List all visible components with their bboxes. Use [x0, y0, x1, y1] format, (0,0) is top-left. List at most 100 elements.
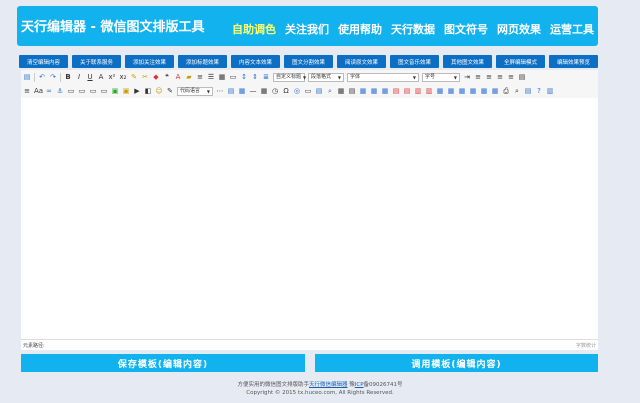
- clear-doc-icon[interactable]: ▭: [229, 73, 237, 81]
- site-logo[interactable]: 天行编辑器 - 微信图文排版工具: [21, 16, 204, 35]
- nav-help[interactable]: 使用帮助: [338, 21, 382, 37]
- source-icon[interactable]: ▤: [23, 73, 31, 81]
- italic-icon[interactable]: I: [75, 73, 83, 81]
- fullscreen-button[interactable]: 全屏编辑模式: [496, 55, 545, 68]
- divider-effect-button[interactable]: 图文分割效果: [284, 55, 333, 68]
- code-language-select[interactable]: 代码语言 ▼: [177, 86, 213, 96]
- search-replace-icon[interactable]: ⌕: [326, 87, 334, 95]
- delete-col-icon[interactable]: ▥: [425, 87, 433, 95]
- image-icon[interactable]: ▣: [111, 87, 119, 95]
- table-icon[interactable]: ▦: [359, 87, 367, 95]
- editor-content-area[interactable]: [21, 98, 598, 339]
- imageleft-icon[interactable]: ▭: [78, 87, 86, 95]
- align-center-icon[interactable]: ≡: [485, 73, 493, 81]
- special-chars-icon[interactable]: Ω: [282, 87, 290, 95]
- music-effect-button[interactable]: 图文音乐效果: [390, 55, 439, 68]
- footer-editor-link[interactable]: 天行微信编辑器: [309, 382, 348, 388]
- custom-title-select[interactable]: 自定义标题 ▼: [273, 72, 306, 82]
- rowspacing-top-icon[interactable]: ↕: [240, 73, 248, 81]
- ordered-list-icon[interactable]: ≡: [196, 73, 204, 81]
- imageright-icon[interactable]: ▭: [89, 87, 97, 95]
- template-icon[interactable]: ▤: [227, 87, 235, 95]
- text-effect-button[interactable]: 内容文本效果: [231, 55, 280, 68]
- clear-format-icon[interactable]: ✎: [130, 73, 138, 81]
- align-justify-icon[interactable]: ≡: [507, 73, 515, 81]
- nav-symbols[interactable]: 图文符号: [444, 21, 488, 37]
- help-icon[interactable]: ?: [535, 87, 543, 95]
- insert-paragraph-before-table-icon[interactable]: ▦: [381, 87, 389, 95]
- direction-icon[interactable]: ≡: [23, 87, 31, 95]
- merge-right-icon[interactable]: ▦: [447, 87, 455, 95]
- insert-row-icon[interactable]: ▤: [392, 87, 400, 95]
- undo-icon[interactable]: ↶: [38, 73, 46, 81]
- split-cols-icon[interactable]: ▦: [491, 87, 499, 95]
- contact-button[interactable]: 关于联系服务: [72, 55, 121, 68]
- select-all-icon[interactable]: ▦: [218, 73, 226, 81]
- underline-icon[interactable]: U: [86, 73, 94, 81]
- time-icon[interactable]: ◷: [271, 87, 279, 95]
- iframe-icon[interactable]: ▭: [304, 87, 312, 95]
- auto-format-icon[interactable]: ◆: [152, 73, 160, 81]
- background-icon[interactable]: ▦: [238, 87, 246, 95]
- bold-icon[interactable]: B: [64, 73, 72, 81]
- preview-button[interactable]: 编辑效果预览: [549, 55, 598, 68]
- align-right-icon[interactable]: ≡: [496, 73, 504, 81]
- snapscreen-icon[interactable]: ▦: [337, 87, 345, 95]
- font-border-icon[interactable]: A: [97, 73, 105, 81]
- scrawl-icon[interactable]: ✎: [166, 87, 174, 95]
- align-left-icon[interactable]: ≡: [474, 73, 482, 81]
- drafts-icon[interactable]: ▤: [524, 87, 532, 95]
- map-icon[interactable]: ◎: [293, 87, 301, 95]
- nav-ops-tools[interactable]: 运营工具: [550, 21, 594, 37]
- print-icon[interactable]: ⎙: [502, 87, 510, 95]
- touppercase-icon[interactable]: Aa: [34, 87, 43, 95]
- clear-content-button[interactable]: 清空编辑内容: [19, 55, 68, 68]
- webapp-icon[interactable]: ▤: [315, 87, 323, 95]
- font-size-select[interactable]: 字号 ▼: [422, 72, 460, 82]
- nav-web-effects[interactable]: 网页效果: [497, 21, 541, 37]
- insert-col-icon[interactable]: ▥: [414, 87, 422, 95]
- video-icon[interactable]: ▶: [133, 87, 141, 95]
- split-cells-icon[interactable]: ▦: [469, 87, 477, 95]
- link-icon[interactable]: ∞: [45, 87, 53, 95]
- toolbar-more-icon[interactable]: ▤: [518, 73, 526, 81]
- merge-down-icon[interactable]: ▦: [458, 87, 466, 95]
- paragraph-format-select[interactable]: 段落格式 ▼: [308, 72, 344, 82]
- charts-icon[interactable]: ▥: [546, 87, 554, 95]
- wordimage-icon[interactable]: ▤: [348, 87, 356, 95]
- date-icon[interactable]: ▦: [260, 87, 268, 95]
- merge-cells-icon[interactable]: ▦: [436, 87, 444, 95]
- imagenone-icon[interactable]: ▭: [67, 87, 75, 95]
- imagecenter-icon[interactable]: ▭: [100, 87, 108, 95]
- multi-image-icon[interactable]: ▣: [122, 87, 130, 95]
- font-family-select[interactable]: 字体 ▼: [347, 72, 419, 82]
- footer-icp-link[interactable]: ICP: [355, 382, 364, 388]
- font-color-icon[interactable]: A: [174, 73, 182, 81]
- subscript-icon[interactable]: x₂: [119, 73, 127, 81]
- delete-row-icon[interactable]: ▤: [403, 87, 411, 95]
- indent-icon[interactable]: ⇥: [463, 73, 471, 81]
- format-painter-icon[interactable]: ✂: [141, 73, 149, 81]
- horizontal-rule-icon[interactable]: —: [249, 87, 257, 95]
- pagebreak-icon[interactable]: ⋯: [216, 87, 224, 95]
- split-rows-icon[interactable]: ▦: [480, 87, 488, 95]
- blockquote-icon[interactable]: ❝: [163, 73, 171, 81]
- nav-color-picker[interactable]: 自助调色: [232, 21, 276, 37]
- other-effect-button[interactable]: 其他图文效果: [443, 55, 492, 68]
- add-follow-button[interactable]: 添加关注效果: [125, 55, 174, 68]
- delete-table-icon[interactable]: ▦: [370, 87, 378, 95]
- unordered-list-icon[interactable]: ☰: [207, 73, 215, 81]
- superscript-icon[interactable]: x²: [108, 73, 116, 81]
- highlight-icon[interactable]: ▰: [185, 73, 193, 81]
- read-more-button[interactable]: 阅读原文效果: [337, 55, 386, 68]
- emotion-icon[interactable]: ☺: [155, 87, 163, 95]
- anchor-icon[interactable]: ⚓: [56, 87, 64, 95]
- lineheight-icon[interactable]: ≣: [262, 73, 270, 81]
- rowspacing-bottom-icon[interactable]: ⇕: [251, 73, 259, 81]
- add-title-button[interactable]: 添加标题效果: [178, 55, 227, 68]
- use-template-button[interactable]: 调用模板(编辑内容): [315, 354, 598, 372]
- preview-icon[interactable]: ⌕: [513, 87, 521, 95]
- attachment-icon[interactable]: ◧: [144, 87, 152, 95]
- nav-tianxing-data[interactable]: 天行数据: [391, 21, 435, 37]
- redo-icon[interactable]: ↷: [49, 73, 57, 81]
